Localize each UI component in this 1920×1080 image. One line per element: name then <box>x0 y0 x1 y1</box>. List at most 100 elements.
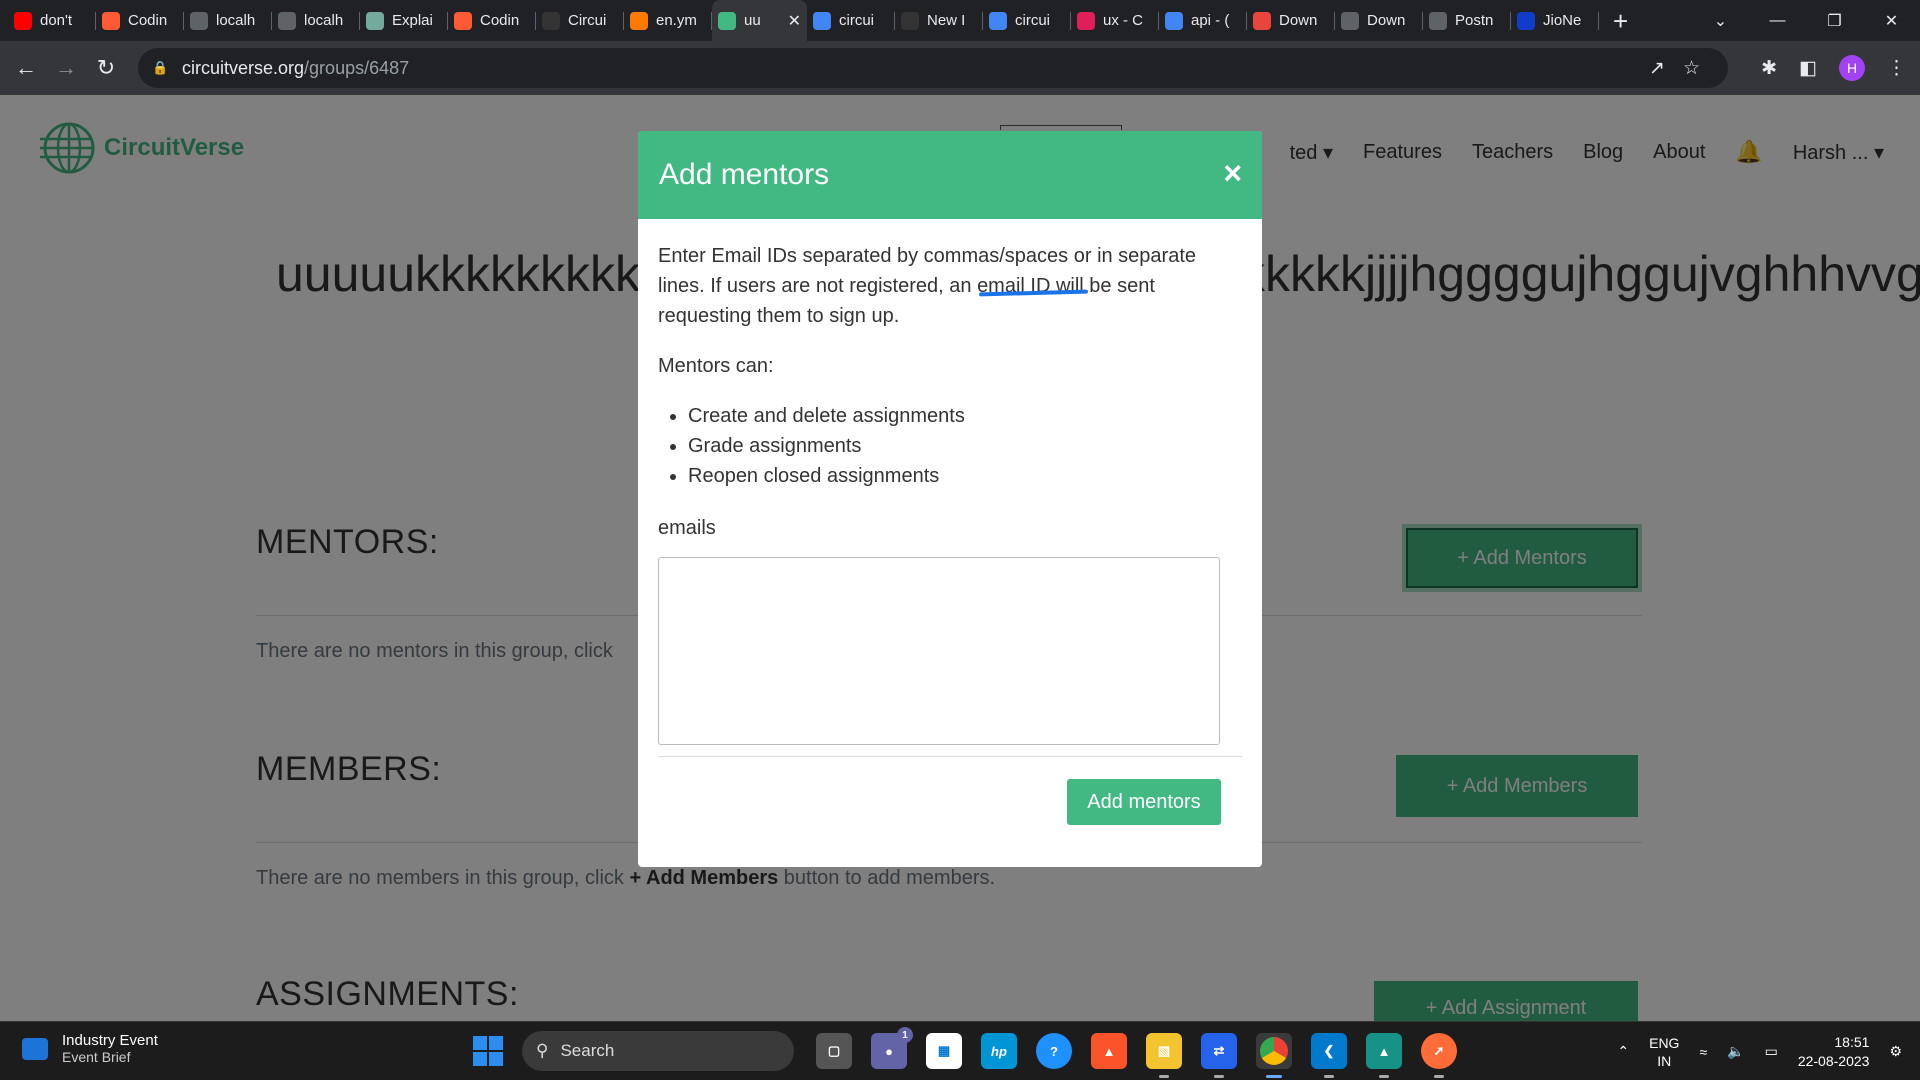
browser-tab[interactable]: Down <box>1335 0 1423 41</box>
microsoft-store-icon[interactable]: ▦ <box>926 1033 962 1069</box>
globe-icon <box>190 11 208 30</box>
github-icon <box>542 11 560 30</box>
battery-icon[interactable]: ▭ <box>1765 1043 1778 1060</box>
browser-tab-title: circui <box>839 12 875 29</box>
chrome-icon[interactable] <box>1256 1033 1292 1078</box>
browser-tab-title: don't <box>40 12 73 29</box>
side-panel-icon[interactable]: ◧ <box>1799 57 1817 80</box>
modal-title: Add mentors <box>659 158 830 191</box>
close-icon[interactable]: × <box>1223 155 1242 192</box>
browser-tab-strip: don't Codin localh localh Explai Codin Circui e… <box>0 0 1920 41</box>
browser-tab[interactable]: Codin <box>448 0 536 41</box>
notifications-icon[interactable]: ⚙ <box>1889 1043 1902 1060</box>
address-bar[interactable]: 🔒 circuitverse.org/groups/6487 ↗ ☆ <box>138 48 1728 88</box>
browser-tab[interactable]: ux - C <box>1071 0 1159 41</box>
close-window-icon[interactable]: ✕ <box>1863 11 1920 31</box>
modal-footer-divider <box>658 756 1242 757</box>
myhp-icon[interactable]: hp <box>981 1033 1017 1069</box>
mentors-can-label: Mentors can: <box>658 355 774 377</box>
browser-tab[interactable]: circui <box>807 0 895 41</box>
browser-tab-title: Codin <box>128 12 168 29</box>
browser-tab-title: ux - C <box>1103 12 1144 29</box>
browser-tab-title: localh <box>304 12 344 29</box>
language-code: ENG <box>1649 1034 1680 1051</box>
bookmark-star-icon[interactable]: ☆ <box>1683 57 1700 80</box>
chevron-up-icon[interactable]: ⌃ <box>1617 1043 1629 1060</box>
teams-chat-icon[interactable]: ● 1 <box>871 1027 913 1069</box>
ability-item: Reopen closed assignments <box>688 461 1242 491</box>
volume-icon[interactable]: 🔈 <box>1727 1043 1744 1060</box>
add-mentors-modal: Add mentors × Enter Email IDs separated … <box>638 131 1262 867</box>
browser-tab-title: Down <box>1367 12 1406 29</box>
widgets-button[interactable]: Industry Event Event Brief <box>22 1032 158 1065</box>
browser-tab-title: Postn <box>1455 12 1494 29</box>
windows-start-icon[interactable] <box>473 1036 503 1066</box>
share-icon[interactable]: ↗ <box>1649 57 1665 80</box>
browser-tab-title: Circui <box>568 12 607 29</box>
browser-tab[interactable]: en.ym <box>624 0 712 41</box>
help-icon[interactable]: ? <box>1036 1033 1072 1069</box>
browser-tab[interactable]: Postn <box>1423 0 1511 41</box>
file-explorer-icon[interactable]: ▧ <box>1146 1033 1182 1078</box>
browser-tab[interactable]: uu ✕ <box>712 0 807 41</box>
forward-icon[interactable]: → <box>46 55 86 81</box>
download-icon <box>1341 11 1359 30</box>
browser-tab[interactable]: JioNe <box>1511 0 1599 41</box>
browser-tab-title: Down <box>1279 12 1318 29</box>
profile-avatar[interactable]: H <box>1839 55 1865 81</box>
language-region: IN <box>1657 1052 1672 1069</box>
gitkraken-icon[interactable]: ▲ <box>1366 1033 1402 1078</box>
browser-tab[interactable]: New I <box>895 0 983 41</box>
vscode-icon[interactable]: ❮ <box>1311 1033 1347 1078</box>
browser-tab[interactable]: Codin <box>96 0 184 41</box>
url-host: circuitverse.org <box>182 57 305 78</box>
new-tab-icon[interactable]: + <box>1613 8 1628 34</box>
task-view-icon[interactable]: ▢ <box>816 1033 852 1069</box>
modal-body: Enter Email IDs separated by commas/spac… <box>638 219 1262 745</box>
ability-item: Create and delete assignments <box>688 401 1242 431</box>
browser-menu-icon[interactable]: ⋮ <box>1887 57 1906 80</box>
browser-tab[interactable]: Circui <box>536 0 624 41</box>
g-icon <box>630 11 648 30</box>
browser-tab[interactable]: localh <box>272 0 360 41</box>
youtube-icon <box>14 11 32 30</box>
globe-icon <box>1429 11 1447 30</box>
coding-site-icon <box>454 11 472 30</box>
remote-desktop-icon[interactable]: ⇄ <box>1201 1033 1237 1078</box>
browser-tab[interactable]: circui <box>983 0 1071 41</box>
browser-tab-title: en.ym <box>656 12 697 29</box>
ability-item: Grade assignments <box>688 431 1242 461</box>
extensions-icon[interactable]: ✱ <box>1761 57 1777 80</box>
browser-tab[interactable]: Down <box>1247 0 1335 41</box>
browser-tab[interactable]: localh <box>184 0 272 41</box>
google-icon <box>989 11 1007 30</box>
brave-browser-icon[interactable]: ▲ <box>1091 1033 1127 1069</box>
minimize-icon[interactable]: — <box>1749 12 1806 30</box>
language-indicator[interactable]: ENG IN <box>1649 1034 1679 1070</box>
browser-tab-title: localh <box>216 12 256 29</box>
postman-icon[interactable]: ➚ <box>1421 1033 1457 1078</box>
reload-icon[interactable]: ↻ <box>86 55 126 81</box>
window-controls: ⌄ — ❐ ✕ <box>1692 0 1920 41</box>
clock[interactable]: 18:51 22-08-2023 <box>1798 1033 1870 1071</box>
clock-date: 22-08-2023 <box>1797 1052 1870 1069</box>
url-path: /groups/6487 <box>304 57 410 78</box>
widget-calendar-icon <box>22 1037 48 1060</box>
lock-icon: 🔒 <box>152 60 169 75</box>
emails-textarea[interactable] <box>658 557 1220 745</box>
add-mentors-submit-button[interactable]: Add mentors <box>1067 779 1221 825</box>
restore-icon[interactable]: ❐ <box>1806 11 1863 31</box>
coding-site-icon <box>102 11 120 30</box>
wifi-icon[interactable]: ≈ <box>1699 1044 1707 1060</box>
pen-highlight: email ID will <box>977 275 1084 297</box>
browser-tab-title: Codin <box>480 12 520 29</box>
taskbar-search[interactable]: ⚲ Search <box>522 1031 794 1071</box>
browser-tab-title: Explai <box>392 12 433 29</box>
browser-tab[interactable]: api - ( <box>1159 0 1247 41</box>
tab-search-icon[interactable]: ⌄ <box>1692 11 1749 31</box>
browser-toolbar: ← → ↻ 🔒 circuitverse.org/groups/6487 ↗ ☆… <box>0 41 1920 95</box>
browser-tab[interactable]: don't <box>8 0 96 41</box>
back-icon[interactable]: ← <box>6 55 46 81</box>
browser-tab[interactable]: Explai <box>360 0 448 41</box>
close-tab-icon[interactable]: ✕ <box>788 11 801 31</box>
